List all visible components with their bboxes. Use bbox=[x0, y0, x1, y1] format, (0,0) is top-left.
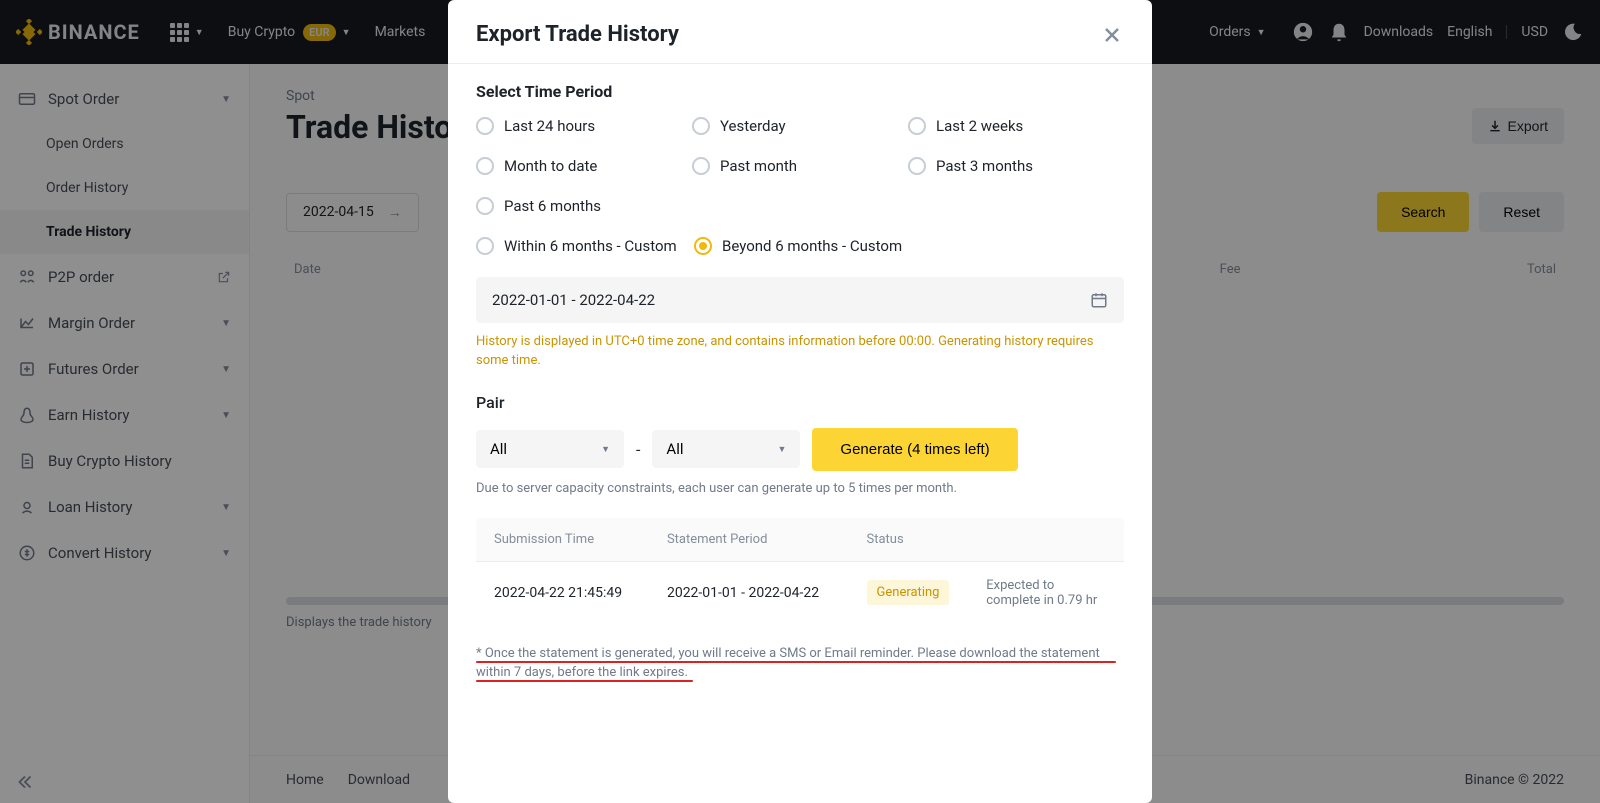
calendar-icon bbox=[1090, 291, 1108, 309]
radio-past-3-months[interactable]: Past 3 months bbox=[908, 157, 1124, 175]
row-submission-time: 2022-04-22 21:45:49 bbox=[494, 585, 667, 601]
radio-month-to-date[interactable]: Month to date bbox=[476, 157, 692, 175]
status-badge: Generating bbox=[867, 580, 950, 605]
highlight-underline bbox=[476, 680, 693, 682]
col-submission-time: Submission Time bbox=[494, 532, 667, 547]
radio-last-24-hours[interactable]: Last 24 hours bbox=[476, 117, 692, 135]
row-period: 2022-01-01 - 2022-04-22 bbox=[667, 585, 867, 601]
export-modal: Export Trade History Select Time Period … bbox=[448, 0, 1152, 803]
timezone-hint: History is displayed in UTC+0 time zone,… bbox=[476, 333, 1124, 371]
radio-past-6-months[interactable]: Past 6 months bbox=[476, 197, 692, 215]
radio-past-month[interactable]: Past month bbox=[692, 157, 908, 175]
modal-title: Export Trade History bbox=[476, 22, 679, 47]
modal-overlay[interactable]: Export Trade History Select Time Period … bbox=[0, 0, 1600, 803]
radio-last-2-weeks[interactable]: Last 2 weeks bbox=[908, 117, 1124, 135]
pair-base-select[interactable]: All ▼ bbox=[476, 430, 624, 468]
pair-quote-select[interactable]: All ▼ bbox=[652, 430, 800, 468]
radio-beyond-6-months-custom[interactable]: Beyond 6 months - Custom bbox=[694, 237, 1124, 255]
generate-button[interactable]: Generate (4 times left) bbox=[812, 428, 1017, 471]
select-time-label: Select Time Period bbox=[476, 82, 1124, 101]
chevron-down-icon: ▼ bbox=[778, 444, 787, 455]
col-statement-period: Statement Period bbox=[667, 532, 867, 547]
legal-note: * Once the statement is generated, you w… bbox=[476, 644, 1124, 683]
pair-label: Pair bbox=[476, 393, 1124, 412]
chevron-down-icon: ▼ bbox=[601, 444, 610, 455]
highlight-underline bbox=[476, 661, 1116, 663]
export-date-range-input[interactable]: 2022-01-01 - 2022-04-22 bbox=[476, 277, 1124, 323]
close-icon[interactable] bbox=[1100, 23, 1124, 47]
statements-table: Submission Time Statement Period Status … bbox=[476, 518, 1124, 624]
radio-within-6-months-custom[interactable]: Within 6 months - Custom bbox=[476, 237, 694, 255]
radio-yesterday[interactable]: Yesterday bbox=[692, 117, 908, 135]
row-eta: Expected to complete in 0.79 hr bbox=[986, 578, 1106, 608]
limit-note: Due to server capacity constraints, each… bbox=[476, 481, 1124, 496]
col-status: Status bbox=[867, 532, 987, 547]
statement-row: 2022-04-22 21:45:49 2022-01-01 - 2022-04… bbox=[476, 561, 1124, 624]
